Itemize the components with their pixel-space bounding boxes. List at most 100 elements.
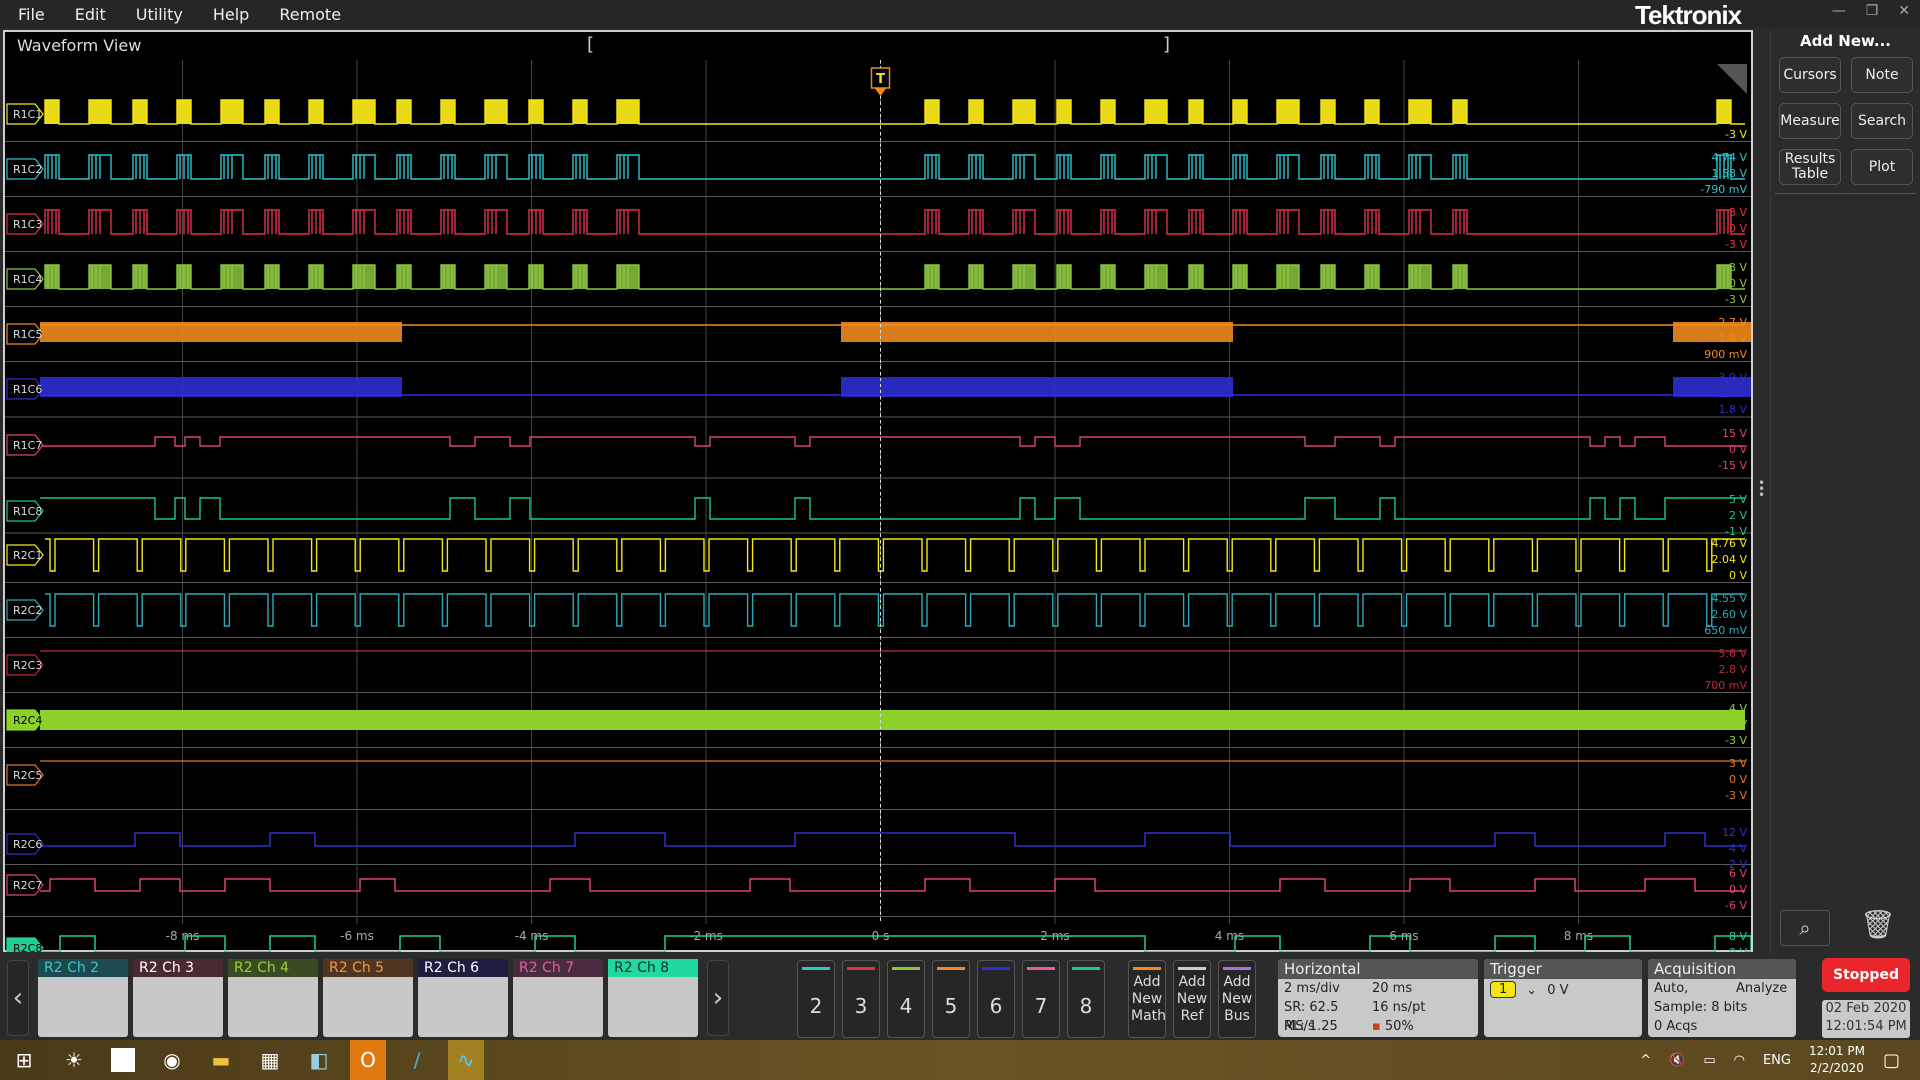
panel-grip-icon[interactable]: • • •	[1758, 477, 1765, 501]
scroll-left-button[interactable]: ‹	[7, 960, 29, 1036]
channel-button[interactable]: 2	[797, 960, 835, 1038]
channel-label-r1c3[interactable]: R1C3	[6, 213, 44, 235]
menu-edit[interactable]: Edit	[60, 5, 121, 24]
clock[interactable]: 12:01 PM 2/2/2020	[1809, 1043, 1865, 1077]
waveform-view-title: Waveform View	[17, 36, 142, 55]
channel-button[interactable]: 7	[1022, 960, 1060, 1038]
waveform-r2c8	[40, 935, 1751, 952]
minimize-icon[interactable]: —	[1832, 3, 1846, 19]
clock-time: 12:01 PM	[1808, 1044, 1865, 1058]
notifications-icon[interactable]: ▢	[1883, 1050, 1900, 1071]
scale-label: 12 V	[1722, 826, 1747, 839]
app-icon-2[interactable]: ∕	[399, 1044, 435, 1076]
scale-label: 2.04 V	[1711, 553, 1747, 566]
trash-icon[interactable]: 🗑	[1860, 908, 1896, 941]
results-table-button[interactable]: Results Table	[1779, 149, 1841, 185]
search-button[interactable]: Search	[1851, 103, 1913, 139]
date: 02 Feb 2020	[1825, 1001, 1907, 1016]
channel-label-r1c2[interactable]: R1C2	[6, 158, 44, 180]
add-new-button[interactable]: Add New Math	[1128, 960, 1166, 1038]
chrome-icon[interactable]: ◉	[154, 1044, 190, 1076]
date-time: 02 Feb 2020 12:01:54 PM	[1822, 1000, 1910, 1038]
waveform-view[interactable]: Waveform View [ ] -8 ms -6 ms -4 ms -2 ms 0 …	[3, 30, 1753, 952]
acquisition-analyze: Analyze	[1736, 981, 1788, 996]
channel-badge[interactable]: R2 Ch 6	[418, 959, 508, 1037]
maximize-icon[interactable]: ❐	[1866, 3, 1879, 19]
channel-badge[interactable]: R2 Ch 3	[133, 959, 223, 1037]
plot-button[interactable]: Plot	[1851, 149, 1913, 185]
zoom-tool-icon[interactable]: ⌕	[1780, 910, 1830, 946]
acquisition-panel[interactable]: Acquisition Auto, Analyze Sample: 8 bits …	[1648, 959, 1796, 1037]
channel-badge[interactable]: R2 Ch 5	[323, 959, 413, 1037]
run-stop-button[interactable]: Stopped	[1822, 958, 1910, 992]
zoom-bracket-right[interactable]: ]	[1163, 34, 1170, 55]
notes-icon[interactable]: ◧	[301, 1044, 337, 1076]
scroll-right-button[interactable]: ›	[707, 960, 729, 1036]
scale-label: 0 V	[1729, 277, 1747, 290]
calculator-icon[interactable]: ▦	[252, 1044, 288, 1076]
channel-label-r1c7[interactable]: R1C7	[6, 434, 44, 456]
wifi-icon[interactable]: ◠	[1734, 1053, 1745, 1068]
channel-button[interactable]: 4	[887, 960, 925, 1038]
add-new-button[interactable]: Add New Ref	[1173, 960, 1211, 1038]
language[interactable]: ENG	[1763, 1053, 1791, 1068]
app-icon[interactable]	[105, 1044, 141, 1076]
note-button[interactable]: Note	[1851, 57, 1913, 93]
channel-label-r2c4[interactable]: R2C4	[6, 709, 44, 731]
menu-file[interactable]: File	[0, 5, 60, 24]
channel-label-r2c6[interactable]: R2C6	[6, 833, 44, 855]
scale-label: 4.76 V	[1711, 537, 1747, 550]
channel-color-bar	[1072, 967, 1100, 970]
channel-label-r1c1[interactable]: R1C1	[6, 103, 44, 125]
channel-badge[interactable]: R2 Ch 4	[228, 959, 318, 1037]
windows-start-icon[interactable]: ⊞	[6, 1044, 42, 1076]
trigger-position-icon: ▪	[1372, 1019, 1381, 1034]
channel-badge[interactable]: R2 Ch 2	[38, 959, 128, 1037]
battery-icon[interactable]: ▭	[1703, 1053, 1715, 1068]
channel-color-bar	[982, 967, 1010, 970]
add-color-bar	[1223, 967, 1251, 970]
waveform-r1c6-burst	[841, 377, 1233, 397]
channel-label-r1c5[interactable]: R1C5	[6, 323, 44, 345]
channel-label-r2c2[interactable]: R2C2	[6, 599, 44, 621]
channel-label-r1c8[interactable]: R1C8	[6, 500, 44, 522]
channel-label-r1c6[interactable]: R1C6	[6, 378, 44, 400]
channel-button[interactable]: 3	[842, 960, 880, 1038]
channel-button[interactable]: 5	[932, 960, 970, 1038]
channel-label-r2c7[interactable]: R2C7	[6, 874, 44, 896]
trigger-panel[interactable]: Trigger 1 ⌄ 0 V	[1484, 959, 1642, 1037]
scale-label: -3 V	[1725, 789, 1747, 802]
channel-badge[interactable]: R2 Ch 7	[513, 959, 603, 1037]
outlook-icon[interactable]: O	[350, 1040, 386, 1080]
menu-help[interactable]: Help	[198, 5, 264, 24]
channel-label-r2c1[interactable]: R2C1	[6, 544, 44, 566]
scale-label: -3 V	[1725, 128, 1747, 141]
close-icon[interactable]: ✕	[1898, 3, 1910, 19]
trigger-marker[interactable]: T	[870, 67, 891, 96]
chevron-up-icon[interactable]: ^	[1640, 1053, 1651, 1068]
channel-button[interactable]: 8	[1067, 960, 1105, 1038]
tekscope-icon[interactable]: ∿	[448, 1040, 484, 1080]
channel-button[interactable]: 6	[977, 960, 1015, 1038]
measure-button[interactable]: Measure	[1779, 103, 1841, 139]
zoom-magnifier-icon[interactable]	[1717, 64, 1747, 94]
cursors-button[interactable]: Cursors	[1779, 57, 1841, 93]
channel-label-r2c5[interactable]: R2C5	[6, 764, 44, 786]
channel-badge[interactable]: R2 Ch 8	[608, 959, 698, 1037]
brightness-icon[interactable]: ☀	[56, 1044, 92, 1076]
zoom-bracket-left[interactable]: [	[587, 34, 594, 55]
file-explorer-icon[interactable]: ▬	[203, 1044, 239, 1076]
horizontal-panel[interactable]: Horizontal 2 ms/div 20 ms SR: 62.5 MS/s 16…	[1278, 959, 1478, 1037]
channel-label-r2c3[interactable]: R2C3	[6, 654, 44, 676]
menu-utility[interactable]: Utility	[121, 5, 198, 24]
scale-label: -3 V	[1725, 293, 1747, 306]
waveform-plot[interactable]: -8 ms -6 ms -4 ms -2 ms 0 s2 ms 4 ms 6 ms 8 msR…	[5, 60, 1751, 952]
menu-remote[interactable]: Remote	[264, 5, 356, 24]
channel-label-r1c4[interactable]: R1C4	[6, 268, 44, 290]
time: 12:01:54 PM	[1825, 1019, 1907, 1034]
add-new-button[interactable]: Add New Bus	[1218, 960, 1256, 1038]
mute-icon[interactable]: 🔇	[1669, 1053, 1685, 1068]
waveform-r1c2	[44, 154, 1745, 180]
divider	[1775, 193, 1916, 194]
channel-label-r2c8[interactable]: R2C8	[6, 937, 44, 952]
